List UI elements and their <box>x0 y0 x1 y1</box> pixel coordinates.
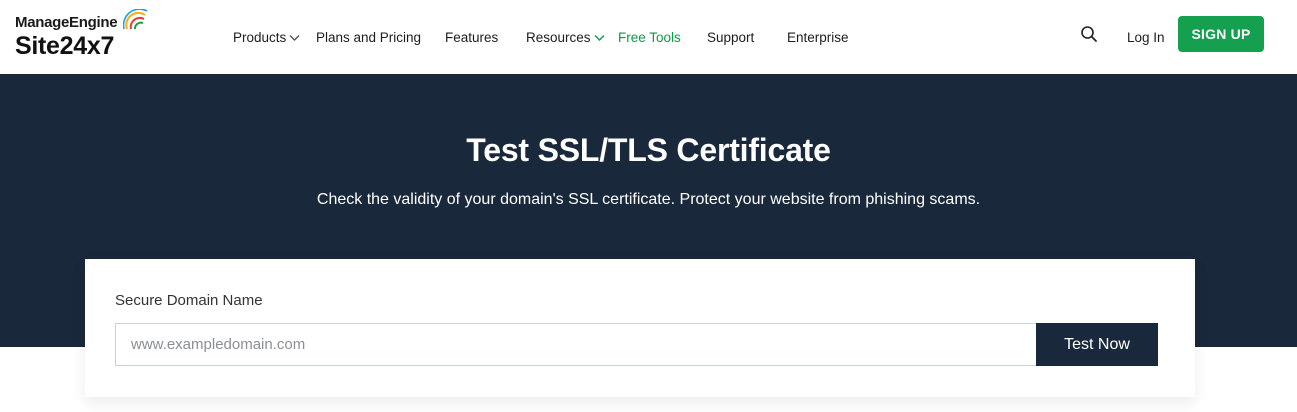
nav-plans-label: Plans and Pricing <box>316 29 422 45</box>
nav-products[interactable]: Products <box>233 0 300 74</box>
test-now-button[interactable]: Test Now <box>1036 323 1158 366</box>
nav-support[interactable]: Support <box>707 0 754 74</box>
login-label: Log In <box>1127 29 1165 45</box>
nav-features[interactable]: Features <box>445 0 498 74</box>
signup-label: SIGN UP <box>1191 26 1251 42</box>
nav-free-tools-label: Free Tools <box>618 29 681 45</box>
nav-products-label: Products <box>233 29 287 45</box>
nav-support-label: Support <box>707 29 755 45</box>
nav-enterprise-label: Enterprise <box>787 29 849 45</box>
nav-resources[interactable]: Resources <box>526 0 605 74</box>
chevron-down-icon <box>594 35 605 41</box>
page-subtitle: Check the validity of your domain's SSL … <box>316 191 981 208</box>
domain-input[interactable] <box>115 323 1037 366</box>
nav-enterprise[interactable]: Enterprise <box>787 0 849 74</box>
domain-field-label: Secure Domain Name <box>115 292 263 309</box>
login-link[interactable]: Log In <box>1127 0 1165 74</box>
logo-arc-icon <box>123 9 148 30</box>
site24x7-logo[interactable]: ManageEngine Site24x7 <box>15 9 155 65</box>
top-navigation-bar: ManageEngine Site24x7 Products Plans and… <box>0 0 1297 74</box>
nav-plans-and-pricing[interactable]: Plans and Pricing <box>316 0 421 74</box>
signup-button[interactable]: SIGN UP <box>1178 16 1264 52</box>
test-now-label: Test Now <box>1064 335 1130 353</box>
ssl-test-form-card: Secure Domain Name Test Now <box>85 259 1195 397</box>
nav-resources-label: Resources <box>526 29 591 45</box>
nav-features-label: Features <box>445 29 499 45</box>
page-title: Test SSL/TLS Certificate <box>466 132 831 168</box>
nav-free-tools[interactable]: Free Tools <box>618 0 681 74</box>
search-icon[interactable] <box>1080 25 1098 43</box>
logo-product-name: Site24x7 <box>15 32 115 60</box>
logo-company-name: ManageEngine <box>15 14 118 31</box>
chevron-down-icon <box>289 35 300 41</box>
